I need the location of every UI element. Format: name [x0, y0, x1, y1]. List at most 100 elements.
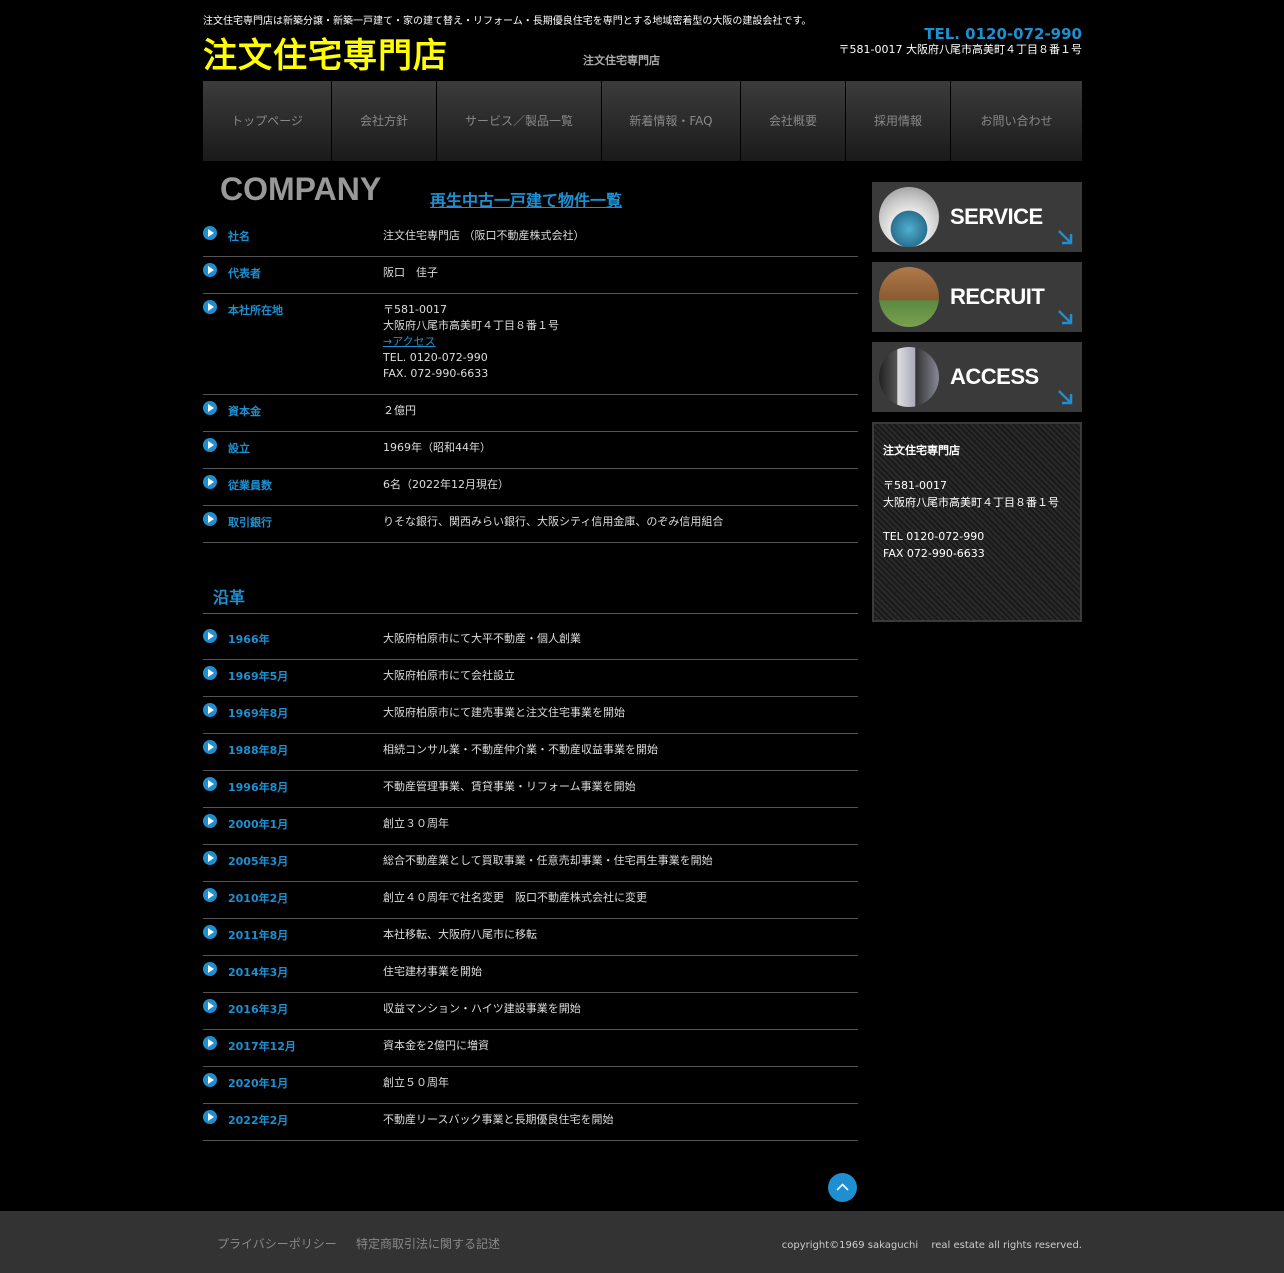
- history-date: 1966年: [228, 633, 270, 646]
- history-date: 1969年8月: [228, 707, 289, 720]
- history-row: 2000年1月 創立３０周年: [203, 808, 858, 845]
- header-tagline: 注文住宅専門店は新築分譲・新築一戸建て・家の建て替え・リフォーム・長期優良住宅を…: [203, 16, 812, 27]
- service-banner[interactable]: SERVICE: [872, 182, 1082, 252]
- bullet-icon: [203, 666, 217, 680]
- row-value: ２億円: [383, 404, 416, 417]
- bullet-icon: [203, 512, 217, 526]
- bullet-icon: [203, 1036, 217, 1050]
- bullet-icon: [203, 777, 217, 791]
- bullet-icon: [203, 629, 217, 643]
- history-text: 不動産管理事業、賃貸事業・リフォーム事業を開始: [383, 780, 636, 793]
- history-text: 大阪府柏原市にて建売事業と注文住宅事業を開始: [383, 706, 625, 719]
- history-text: 創立３０周年: [383, 817, 449, 830]
- history-date: 2000年1月: [228, 818, 289, 831]
- bullet-icon: [203, 925, 217, 939]
- history-title: 沿革: [213, 588, 246, 607]
- row-label: 取引銀行: [228, 516, 272, 529]
- table-row: 取引銀行 りそな銀行、関西みらい銀行、大阪シティ信用金庫、のぞみ信用組合: [203, 506, 858, 543]
- copyright: copyright©1969 sakaguchi real estate all…: [781, 1240, 1082, 1251]
- back-to-top-button[interactable]: [828, 1173, 857, 1202]
- history-date: 2020年1月: [228, 1077, 289, 1090]
- history-text: 大阪府柏原市にて会社設立: [383, 669, 515, 682]
- info-company-name: 注文住宅専門店: [883, 444, 960, 457]
- table-row: 設立 1969年（昭和44年）: [203, 432, 858, 469]
- service-photo: [879, 187, 939, 247]
- history-date: 2005年3月: [228, 855, 289, 868]
- info-address: 大阪府八尾市高美町４丁目８番１号: [883, 496, 1059, 509]
- nav-item-company[interactable]: 会社概要: [741, 81, 846, 161]
- header-address: 〒581-0017 大阪府八尾市高美町４丁目８番１号: [838, 43, 1082, 56]
- history-row: 2017年12月 資本金を2億円に増資: [203, 1030, 858, 1067]
- arrow-down-right-icon: [1058, 230, 1073, 245]
- row-value: 阪口 佳子: [383, 266, 438, 279]
- history-date: 2010年2月: [228, 892, 289, 905]
- main-nav: トップページ 会社方針 サービス／製品一覧 新着情報・FAQ 会社概要 採用情報…: [203, 81, 1082, 161]
- history-text: 相続コンサル業・不動産仲介業・不動産収益事業を開始: [383, 743, 658, 756]
- address-tel: TEL. 0120-072-990: [383, 351, 488, 364]
- history-row: 1988年8月 相続コンサル業・不動産仲介業・不動産収益事業を開始: [203, 734, 858, 771]
- history-row: 2016年3月 収益マンション・ハイツ建設事業を開始: [203, 993, 858, 1030]
- bullet-icon: [203, 703, 217, 717]
- company-info-box: 注文住宅専門店 〒581-0017 大阪府八尾市高美町４丁目８番１号 TEL 0…: [872, 422, 1082, 622]
- row-value: 6名（2022年12月現在）: [383, 478, 509, 491]
- row-label: 社名: [228, 230, 250, 243]
- bullet-icon: [203, 1073, 217, 1087]
- bullet-icon: [203, 851, 217, 865]
- history-row: 2020年1月 創立５０周年: [203, 1067, 858, 1104]
- history-row: 2014年3月 住宅建材事業を開始: [203, 956, 858, 993]
- history-row: 1996年8月 不動産管理事業、賃貸事業・リフォーム事業を開始: [203, 771, 858, 808]
- history-date: 1996年8月: [228, 781, 289, 794]
- history-text: 総合不動産業として買取事業・任意売却事業・住宅再生事業を開始: [383, 854, 713, 867]
- address-fax: FAX. 072-990-6633: [383, 367, 489, 380]
- history-date: 1988年8月: [228, 744, 289, 757]
- site-logo[interactable]: 注文住宅専門店: [203, 28, 448, 77]
- nav-item-top[interactable]: トップページ: [203, 81, 332, 161]
- bullet-icon: [203, 999, 217, 1013]
- history-row: 1969年8月 大阪府柏原市にて建売事業と注文住宅事業を開始: [203, 697, 858, 734]
- bullet-icon: [203, 300, 217, 314]
- row-value: 注文住宅専門店 （阪口不動産株式会社）: [383, 229, 585, 242]
- access-link[interactable]: →アクセス: [383, 335, 436, 348]
- header-subname: 注文住宅専門店: [583, 54, 660, 67]
- nav-item-recruit[interactable]: 採用情報: [846, 81, 951, 161]
- privacy-policy-link[interactable]: プライバシーポリシー: [217, 1235, 337, 1252]
- history-row: 1969年5月 大阪府柏原市にて会社設立: [203, 660, 858, 697]
- row-label: 代表者: [228, 267, 261, 280]
- nav-item-contact[interactable]: お問い合わせ: [951, 81, 1082, 161]
- table-row: 従業員数 6名（2022年12月現在）: [203, 469, 858, 506]
- row-value: 〒581-0017 大阪府八尾市高美町４丁目８番１号 →アクセス TEL. 01…: [383, 302, 559, 382]
- bullet-icon: [203, 401, 217, 415]
- tokutei-link[interactable]: 特定商取引法に関する記述: [356, 1235, 500, 1252]
- history-table: 1966年 大阪府柏原市にて大平不動産・個人創業 1969年5月 大阪府柏原市にて会社…: [203, 623, 858, 1141]
- access-banner[interactable]: ACCESS: [872, 342, 1082, 412]
- company-table: 社名 注文住宅専門店 （阪口不動産株式会社） 代表者 阪口 佳子 本社所在地 〒…: [203, 220, 858, 543]
- history-text: 住宅建材事業を開始: [383, 965, 482, 978]
- access-banner-title: ACCESS: [950, 364, 1039, 389]
- recruit-banner[interactable]: RECRUIT: [872, 262, 1082, 332]
- nav-item-services[interactable]: サービス／製品一覧: [437, 81, 602, 161]
- info-tel: TEL 0120-072-990: [883, 530, 985, 543]
- page-title: COMPANY: [220, 171, 382, 207]
- row-value: りそな銀行、関西みらい銀行、大阪シティ信用金庫、のぞみ信用組合: [383, 515, 724, 528]
- bullet-icon: [203, 814, 217, 828]
- service-banner-title: SERVICE: [950, 204, 1043, 229]
- info-fax: FAX 072-990-6633: [883, 547, 985, 560]
- bullet-icon: [203, 226, 217, 240]
- used-homes-link[interactable]: 再生中古一戸建て物件一覧: [430, 187, 622, 211]
- address-zip: 〒581-0017: [383, 303, 447, 316]
- arrow-down-right-icon: [1058, 310, 1073, 325]
- access-photo: [879, 347, 939, 407]
- history-date: 2017年12月: [228, 1040, 296, 1053]
- history-row: 2011年8月 本社移転、大阪府八尾市に移転: [203, 919, 858, 956]
- nav-item-news-faq[interactable]: 新着情報・FAQ: [602, 81, 741, 161]
- history-row: 2005年3月 総合不動産業として買取事業・任意売却事業・住宅再生事業を開始: [203, 845, 858, 882]
- history-date: 2014年3月: [228, 966, 289, 979]
- history-text: 創立４０周年で社名変更 阪口不動産株式会社に変更: [383, 891, 647, 904]
- table-row: 本社所在地 〒581-0017 大阪府八尾市高美町４丁目８番１号 →アクセス T…: [203, 294, 858, 395]
- nav-item-policy[interactable]: 会社方針: [332, 81, 437, 161]
- history-divider: [203, 613, 858, 614]
- table-row: 資本金 ２億円: [203, 395, 858, 432]
- info-zip: 〒581-0017: [883, 479, 947, 492]
- history-text: 資本金を2億円に増資: [383, 1039, 489, 1052]
- history-text: 創立５０周年: [383, 1076, 449, 1089]
